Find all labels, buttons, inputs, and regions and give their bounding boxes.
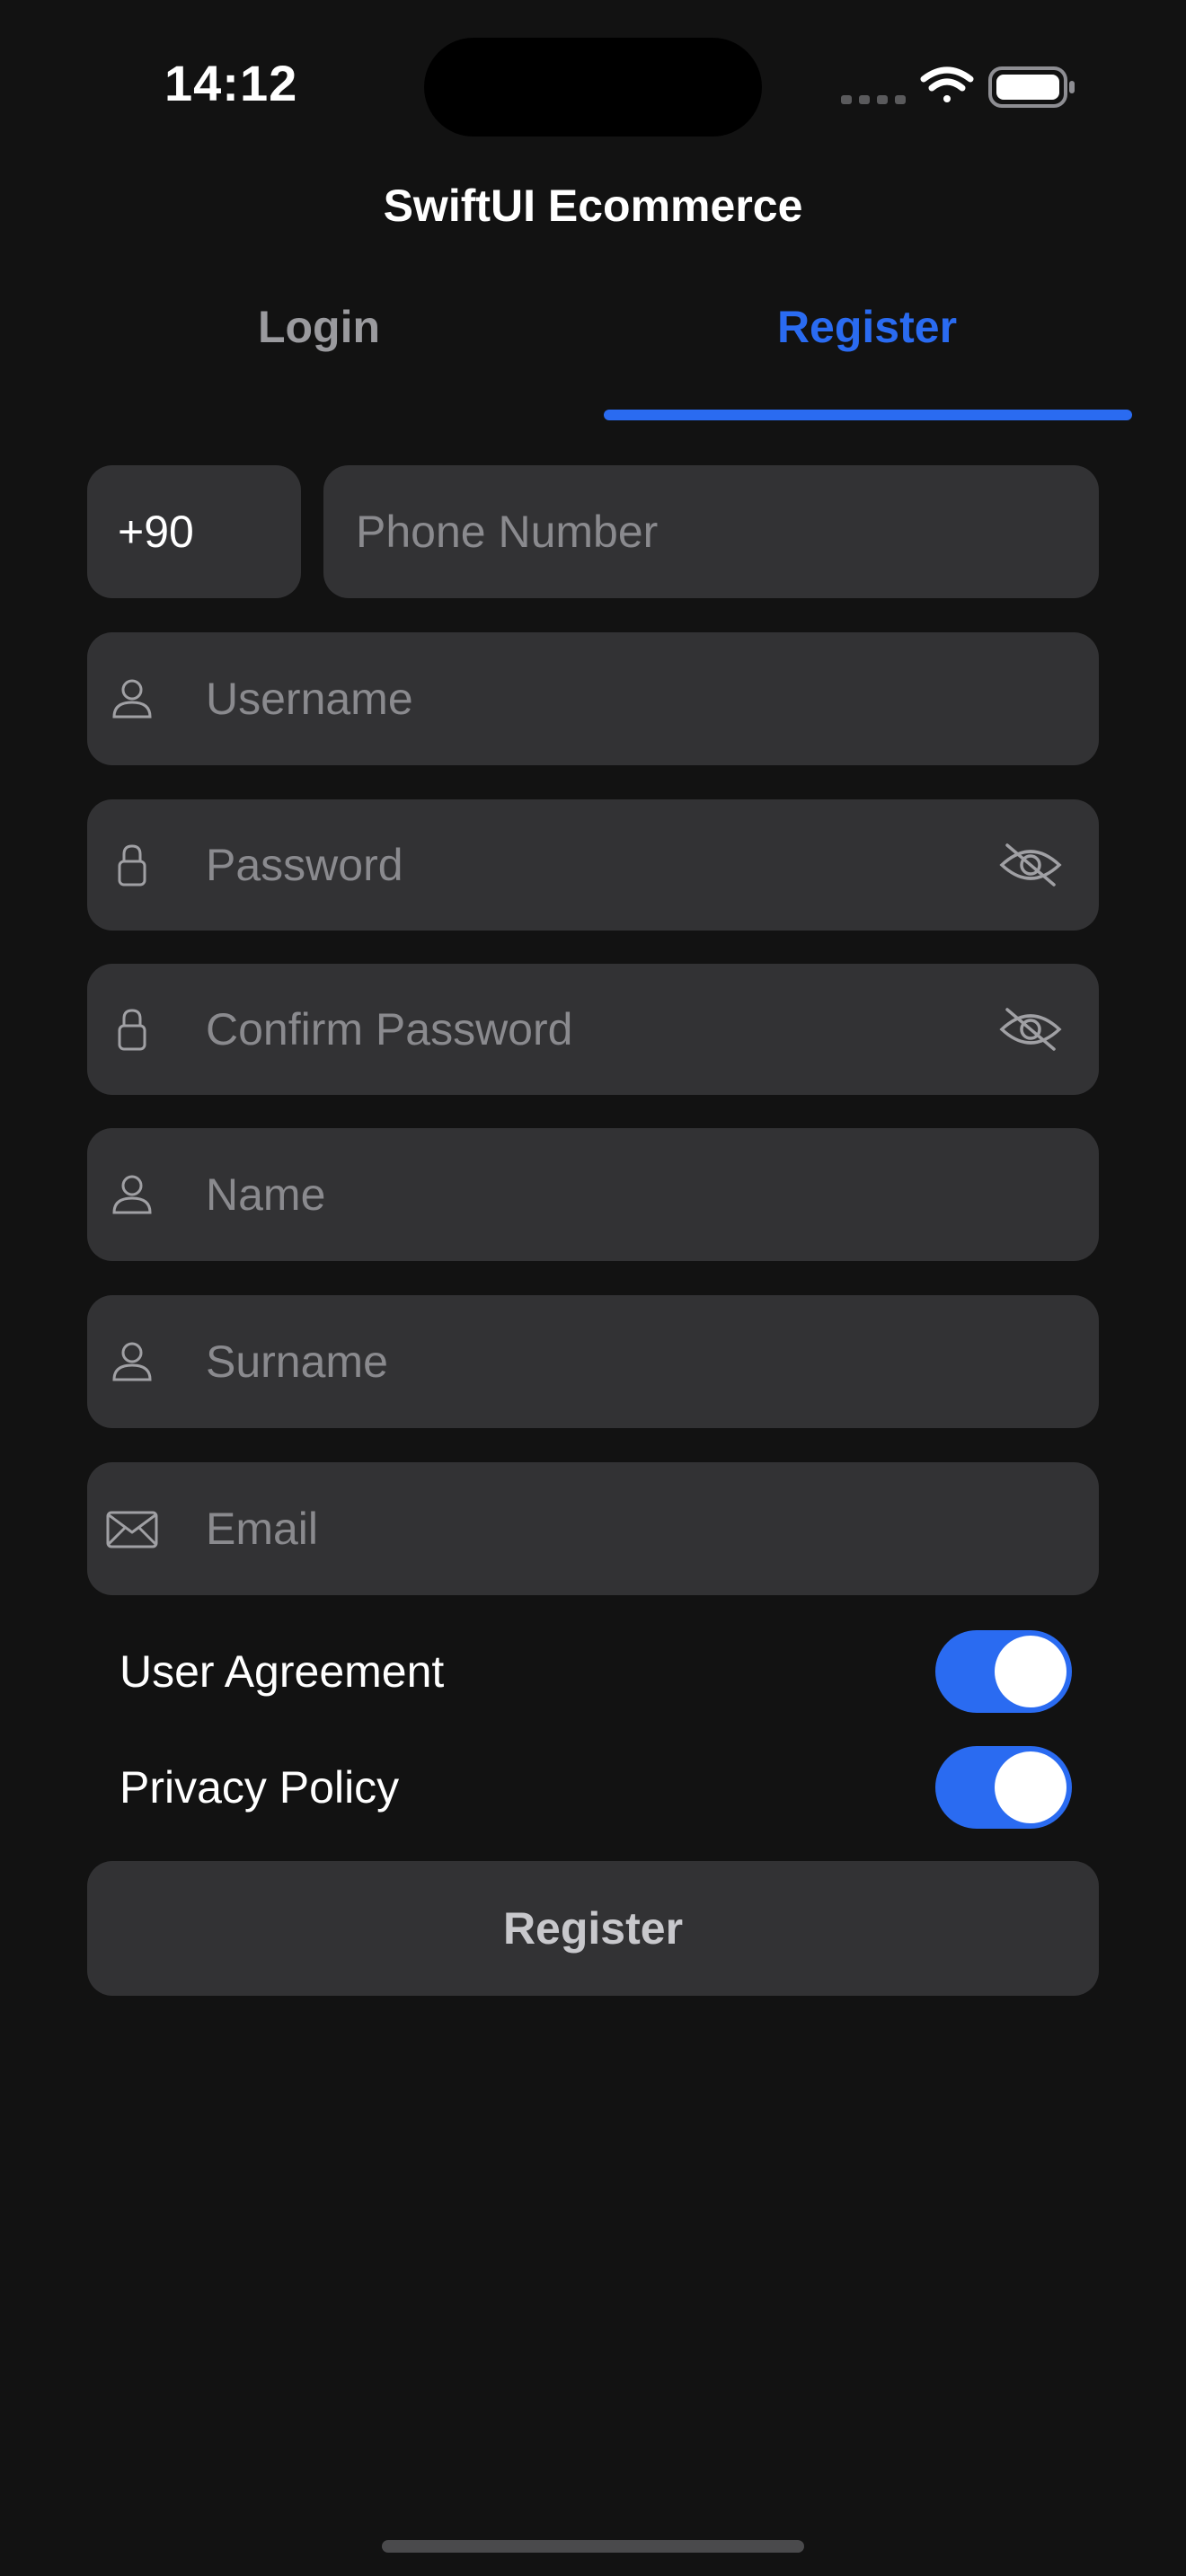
country-code-field[interactable]: +90: [87, 465, 301, 598]
phone-number-input[interactable]: Phone Number: [323, 465, 1099, 598]
dynamic-island: [424, 38, 762, 137]
status-icons: [837, 63, 1080, 113]
person-icon: [112, 679, 152, 719]
privacy-policy-row: Privacy Policy: [87, 1738, 1099, 1837]
surname-input[interactable]: Surname: [87, 1295, 1099, 1428]
tab-register[interactable]: Register: [597, 301, 1137, 353]
user-agreement-label: User Agreement: [119, 1646, 445, 1697]
confirm-password-input[interactable]: Confirm Password: [87, 964, 1099, 1095]
name-input[interactable]: Name: [87, 1128, 1099, 1261]
envelope-icon: [106, 1511, 158, 1548]
home-indicator: [382, 2540, 804, 2553]
username-placeholder: Username: [206, 674, 413, 724]
register-button[interactable]: Register: [87, 1861, 1099, 1996]
tab-selection-indicator: [604, 410, 1132, 420]
toggle-knob: [995, 1751, 1067, 1823]
confirm-password-placeholder: Confirm Password: [206, 1004, 573, 1054]
lock-icon: [118, 1009, 146, 1051]
lock-icon: [118, 844, 146, 887]
surname-placeholder: Surname: [206, 1337, 388, 1387]
user-agreement-row: User Agreement: [87, 1622, 1099, 1721]
cellular-icon: [841, 95, 906, 104]
name-placeholder: Name: [206, 1169, 326, 1220]
privacy-policy-toggle[interactable]: [935, 1746, 1072, 1829]
person-icon: [112, 1175, 152, 1214]
email-placeholder: Email: [206, 1504, 319, 1554]
status-time: 14:12: [164, 55, 298, 111]
battery-icon: [988, 66, 1075, 108]
eye-slash-icon[interactable]: [998, 1006, 1063, 1053]
wifi-icon: [920, 66, 974, 102]
tab-login[interactable]: Login: [49, 301, 589, 353]
email-input[interactable]: Email: [87, 1462, 1099, 1595]
password-input[interactable]: Password: [87, 799, 1099, 931]
password-placeholder: Password: [206, 840, 403, 890]
phone-number-placeholder: Phone Number: [356, 507, 659, 557]
username-input[interactable]: Username: [87, 632, 1099, 765]
privacy-policy-label: Privacy Policy: [119, 1762, 400, 1813]
person-icon: [112, 1342, 152, 1381]
page-title: SwiftUI Ecommerce: [383, 181, 803, 231]
eye-slash-icon[interactable]: [998, 842, 1063, 888]
country-code-value: +90: [118, 507, 194, 557]
toggle-knob: [995, 1636, 1067, 1707]
user-agreement-toggle[interactable]: [935, 1630, 1072, 1713]
